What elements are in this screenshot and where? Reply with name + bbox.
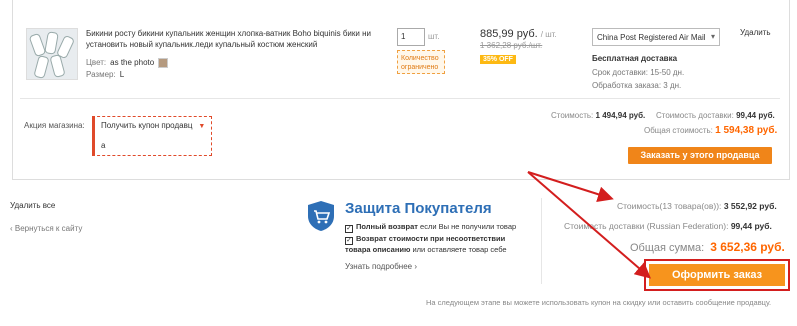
quantity-input[interactable]: 1: [397, 28, 425, 46]
items-cost-value: 3 552,92 руб.: [723, 201, 777, 211]
coupon-select[interactable]: Получить купон продавц ▼: [101, 121, 205, 130]
chevron-right-icon: ›: [412, 262, 418, 271]
delete-item-link[interactable]: Удалить: [740, 28, 771, 37]
items-cost-label: Стоимость(13 товара(ов)):: [617, 201, 722, 211]
back-to-site-label: Вернуться к сайту: [14, 224, 83, 233]
seller-cost-label: Стоимость:: [551, 111, 594, 120]
seller-total-label: Общая стоимость:: [644, 126, 713, 135]
seller-total: Общая стоимость: 1 594,38 руб.: [644, 125, 777, 136]
seller-shipping-label: Стоимость доставки:: [656, 111, 734, 120]
seller-cost: Стоимость: 1 494,94 руб.: [551, 111, 645, 120]
color-swatch: [158, 58, 169, 68]
free-shipping-label: Бесплатная доставка: [592, 54, 678, 63]
learn-more-link[interactable]: Узнать подробнее ›: [345, 262, 417, 271]
back-to-site-link[interactable]: ‹ Вернуться к сайту: [10, 224, 82, 233]
limited-quantity-note: Количество ограничено: [397, 50, 445, 74]
chevron-down-icon: ▼: [198, 123, 206, 130]
seller-shipping-value: 99,44 руб.: [736, 111, 775, 120]
delivery-time: Срок доставки: 15-50 дн.: [592, 68, 685, 77]
coupon-select-value: Получить купон продавц: [101, 121, 193, 130]
checkout-button[interactable]: Оформить заказ: [649, 264, 785, 286]
coupon-value: a: [101, 141, 106, 150]
size-value: L: [119, 70, 125, 79]
shipping-method-value: China Post Registered Air Mail: [597, 33, 706, 42]
total-shipping-value: 99,44 руб.: [730, 221, 772, 231]
buyer-protection-title: Защита Покупателя: [345, 200, 492, 217]
checkout-footnote: На следующем этапе вы можете использоват…: [426, 298, 772, 307]
quantity-unit: шт.: [428, 32, 440, 41]
color-value: as the photo: [110, 58, 155, 68]
partial-refund-rest: или оставляете товар себе: [410, 245, 507, 254]
check-icon: ✓: [345, 237, 353, 245]
seller-cost-value: 1 494,94 руб.: [595, 111, 646, 120]
grand-total: Общая сумма: 3 652,36 руб.: [630, 240, 785, 254]
product-thumbnail[interactable]: [26, 28, 78, 80]
delete-all-link[interactable]: Удалить все: [10, 201, 55, 210]
protection-item-partial-refund: ✓ Возврат стоимости при несоответствии то…: [345, 234, 520, 255]
total-shipping-label: Стоимость доставки (Russian Federation):: [564, 221, 729, 231]
store-promo-label: Акция магазина:: [24, 121, 85, 130]
coupon-box: Получить купон продавц ▼ a: [92, 116, 212, 156]
shield-cart-icon: [308, 201, 334, 231]
unit-price: 885,99 руб. / шт.: [480, 28, 557, 40]
check-icon: ✓: [345, 225, 353, 233]
grand-total-value: 3 652,36 руб.: [710, 240, 785, 254]
full-refund-bold: Полный возврат: [356, 222, 418, 231]
size-label: Размер:: [86, 70, 116, 79]
size-property: Размер: L: [86, 70, 124, 79]
order-from-seller-button[interactable]: Заказать у этого продавца: [628, 147, 772, 164]
grand-total-label: Общая сумма:: [630, 242, 705, 254]
price-value: 885,99 руб.: [480, 28, 538, 40]
learn-more-label: Узнать подробнее: [345, 262, 413, 271]
protection-item-full-refund: ✓ Полный возврат если Вы не получили това…: [345, 222, 535, 233]
checkout-highlight: Оформить заказ: [644, 259, 790, 291]
items-cost: Стоимость(13 товара(ов)): 3 552,92 руб.: [617, 201, 777, 211]
divider: [541, 198, 542, 284]
full-refund-rest: если Вы не получили товар: [417, 222, 517, 231]
processing-time: Обработка заказа: 3 дн.: [592, 81, 682, 90]
price-unit: / шт.: [540, 30, 557, 39]
seller-shipping-cost: Стоимость доставки: 99,44 руб.: [656, 111, 775, 120]
color-property: Цвет: as the photo: [86, 58, 169, 68]
shipping-method-select[interactable]: China Post Registered Air Mail ▾: [592, 28, 720, 46]
divider: [20, 98, 780, 99]
seller-total-value: 1 594,38 руб.: [715, 125, 778, 136]
total-shipping-cost: Стоимость доставки (Russian Federation):…: [564, 221, 772, 231]
color-label: Цвет:: [86, 58, 107, 68]
product-title-link[interactable]: Бикини росту бикини купальник женщин хло…: [86, 28, 386, 50]
old-price: 1 362,28 руб./шт.: [480, 41, 543, 50]
discount-badge: 35% OFF: [480, 55, 516, 64]
chevron-down-icon: ▾: [710, 32, 715, 41]
